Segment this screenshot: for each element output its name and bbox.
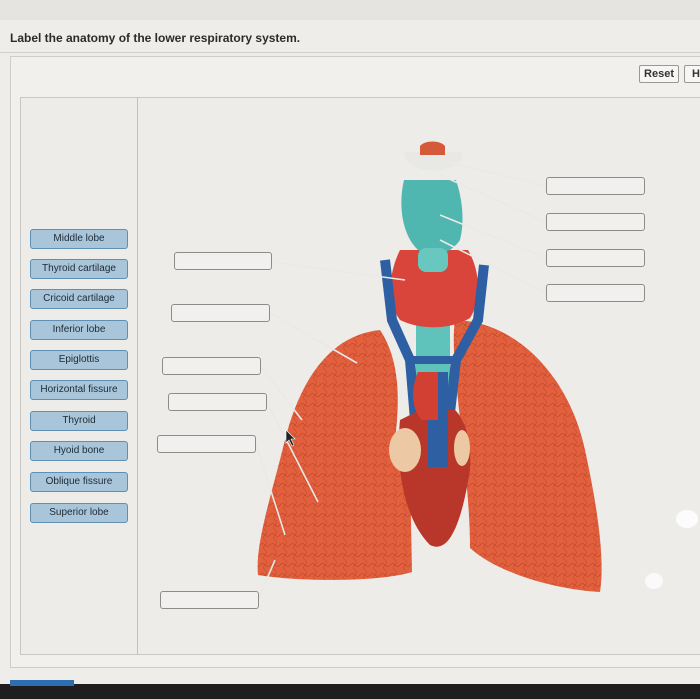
bottom-accent-button[interactable] (10, 680, 74, 686)
epiglottis (420, 141, 445, 155)
screen-glare (676, 510, 698, 528)
drop-target-1[interactable] (546, 177, 645, 195)
lower-respiratory-illustration (255, 141, 602, 601)
drop-target-6[interactable] (171, 304, 270, 322)
drop-target-5[interactable] (174, 252, 272, 270)
drop-target-4[interactable] (546, 284, 645, 302)
drop-target-7[interactable] (162, 357, 261, 375)
right-lung (257, 330, 412, 580)
drop-target-8[interactable] (168, 393, 267, 411)
drop-target-2[interactable] (546, 213, 645, 231)
left-lung (453, 320, 602, 592)
thyroid-cartilage (401, 180, 463, 255)
bottom-bar (0, 684, 700, 699)
atrium-right (454, 430, 470, 466)
atrium-left (389, 428, 421, 472)
screen-glare-2 (645, 573, 663, 589)
drop-target-10[interactable] (160, 591, 259, 609)
drop-target-9[interactable] (157, 435, 256, 453)
cricoid-cartilage (418, 248, 448, 272)
drop-target-3[interactable] (546, 249, 645, 267)
